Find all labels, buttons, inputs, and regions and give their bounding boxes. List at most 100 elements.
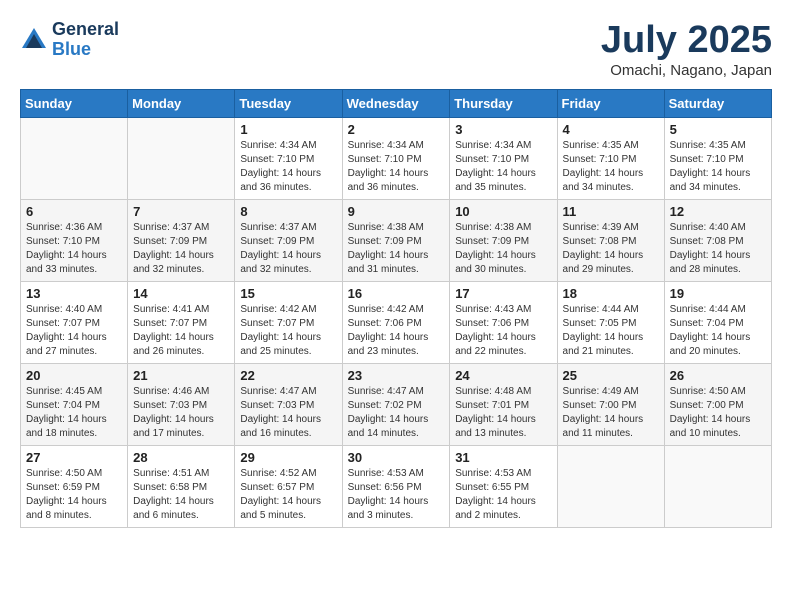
logo-text: General Blue [52, 20, 119, 60]
day-number: 31 [455, 450, 551, 465]
calendar-cell: 7 Sunrise: 4:37 AM Sunset: 7:09 PM Daylig… [128, 199, 235, 281]
calendar-week-row: 13 Sunrise: 4:40 AM Sunset: 7:07 PM Dayli… [21, 281, 772, 363]
col-header-monday: Monday [128, 89, 235, 117]
calendar-cell: 11 Sunrise: 4:39 AM Sunset: 7:08 PM Dayli… [557, 199, 664, 281]
day-info: Sunrise: 4:38 AM Sunset: 7:09 PM Dayligh… [455, 221, 551, 277]
day-info: Sunrise: 4:38 AM Sunset: 7:09 PM Dayligh… [348, 221, 445, 277]
day-number: 28 [133, 450, 229, 465]
day-info: Sunrise: 4:37 AM Sunset: 7:09 PM Dayligh… [240, 221, 336, 277]
day-number: 25 [563, 368, 659, 383]
day-info: Sunrise: 4:50 AM Sunset: 6:59 PM Dayligh… [26, 467, 122, 523]
day-info: Sunrise: 4:35 AM Sunset: 7:10 PM Dayligh… [670, 139, 766, 195]
calendar-cell: 2 Sunrise: 4:34 AM Sunset: 7:10 PM Daylig… [342, 117, 450, 199]
day-info: Sunrise: 4:41 AM Sunset: 7:07 PM Dayligh… [133, 303, 229, 359]
day-number: 2 [348, 122, 445, 137]
calendar-cell: 9Sunrise: 4:38 AM Sunset: 7:09 PM Daylig… [342, 199, 450, 281]
day-info: Sunrise: 4:47 AM Sunset: 7:02 PM Dayligh… [348, 385, 445, 441]
calendar-cell: 3 Sunrise: 4:34 AM Sunset: 7:10 PM Daylig… [450, 117, 557, 199]
calendar-cell: 17Sunrise: 4:43 AM Sunset: 7:06 PM Dayli… [450, 281, 557, 363]
day-number: 26 [670, 368, 766, 383]
calendar-cell: 1Sunrise: 4:34 AM Sunset: 7:10 PM Daylig… [235, 117, 342, 199]
calendar-week-row: 6 Sunrise: 4:36 AM Sunset: 7:10 PM Daylig… [21, 199, 772, 281]
col-header-wednesday: Wednesday [342, 89, 450, 117]
day-number: 12 [670, 204, 766, 219]
calendar-cell: 24 Sunrise: 4:48 AM Sunset: 7:01 PM Dayli… [450, 363, 557, 445]
title-block: July 2025 Omachi, Nagano, Japan [601, 20, 772, 79]
calendar-cell [21, 117, 128, 199]
calendar-cell: 12Sunrise: 4:40 AM Sunset: 7:08 PM Dayli… [664, 199, 771, 281]
day-number: 27 [26, 450, 122, 465]
calendar-week-row: 1 Sunrise: 4:34 AM Sunset: 7:10 PM Daylig… [21, 117, 772, 199]
day-info: Sunrise: 4:43 AM Sunset: 7:06 PM Dayligh… [455, 303, 551, 359]
calendar-header-row: SundayMondayTuesdayWednesdayThursdayFrid… [21, 89, 772, 117]
day-info: Sunrise: 4:42 AM Sunset: 7:07 PM Dayligh… [240, 303, 336, 359]
day-info: Sunrise: 4:39 AM Sunset: 7:08 PM Dayligh… [563, 221, 659, 277]
day-info: Sunrise: 4:48 AM Sunset: 7:01 PM Dayligh… [455, 385, 551, 441]
day-number: 24 [455, 368, 551, 383]
day-number: 30 [348, 450, 445, 465]
day-info: Sunrise: 4:51 AM Sunset: 6:58 PM Dayligh… [133, 467, 229, 523]
day-info: Sunrise: 4:53 AM Sunset: 6:55 PM Dayligh… [455, 467, 551, 523]
calendar-cell: 21Sunrise: 4:46 AM Sunset: 7:03 PM Dayli… [128, 363, 235, 445]
col-header-friday: Friday [557, 89, 664, 117]
logo-icon [20, 26, 48, 54]
day-number: 6 [26, 204, 122, 219]
day-number: 18 [563, 286, 659, 301]
calendar-cell: 31 Sunrise: 4:53 AM Sunset: 6:55 PM Dayli… [450, 445, 557, 527]
day-number: 19 [670, 286, 766, 301]
logo: General Blue [20, 20, 119, 60]
calendar-cell: 27 Sunrise: 4:50 AM Sunset: 6:59 PM Dayli… [21, 445, 128, 527]
day-info: Sunrise: 4:46 AM Sunset: 7:03 PM Dayligh… [133, 385, 229, 441]
calendar-cell: 18 Sunrise: 4:44 AM Sunset: 7:05 PM Dayli… [557, 281, 664, 363]
calendar-cell: 14Sunrise: 4:41 AM Sunset: 7:07 PM Dayli… [128, 281, 235, 363]
calendar-cell: 25Sunrise: 4:49 AM Sunset: 7:00 PM Dayli… [557, 363, 664, 445]
logo-blue: Blue [52, 40, 119, 60]
day-info: Sunrise: 4:44 AM Sunset: 7:04 PM Dayligh… [670, 303, 766, 359]
col-header-thursday: Thursday [450, 89, 557, 117]
day-number: 5 [670, 122, 766, 137]
day-number: 22 [240, 368, 336, 383]
day-number: 7 [133, 204, 229, 219]
calendar-cell: 29Sunrise: 4:52 AM Sunset: 6:57 PM Dayli… [235, 445, 342, 527]
calendar-week-row: 20Sunrise: 4:45 AM Sunset: 7:04 PM Dayli… [21, 363, 772, 445]
day-number: 11 [563, 204, 659, 219]
calendar-cell: 19 Sunrise: 4:44 AM Sunset: 7:04 PM Dayli… [664, 281, 771, 363]
day-number: 10 [455, 204, 551, 219]
calendar-cell: 15Sunrise: 4:42 AM Sunset: 7:07 PM Dayli… [235, 281, 342, 363]
col-header-sunday: Sunday [21, 89, 128, 117]
day-number: 1 [240, 122, 336, 137]
location: Omachi, Nagano, Japan [601, 62, 772, 79]
calendar-week-row: 27 Sunrise: 4:50 AM Sunset: 6:59 PM Dayli… [21, 445, 772, 527]
calendar-cell: 16Sunrise: 4:42 AM Sunset: 7:06 PM Dayli… [342, 281, 450, 363]
day-info: Sunrise: 4:37 AM Sunset: 7:09 PM Dayligh… [133, 221, 229, 277]
calendar-cell: 4 Sunrise: 4:35 AM Sunset: 7:10 PM Daylig… [557, 117, 664, 199]
day-number: 13 [26, 286, 122, 301]
col-header-saturday: Saturday [664, 89, 771, 117]
day-number: 4 [563, 122, 659, 137]
calendar-cell [128, 117, 235, 199]
day-info: Sunrise: 4:35 AM Sunset: 7:10 PM Dayligh… [563, 139, 659, 195]
calendar-cell: 6 Sunrise: 4:36 AM Sunset: 7:10 PM Daylig… [21, 199, 128, 281]
day-info: Sunrise: 4:40 AM Sunset: 7:07 PM Dayligh… [26, 303, 122, 359]
day-info: Sunrise: 4:36 AM Sunset: 7:10 PM Dayligh… [26, 221, 122, 277]
calendar-cell: 22 Sunrise: 4:47 AM Sunset: 7:03 PM Dayli… [235, 363, 342, 445]
day-info: Sunrise: 4:50 AM Sunset: 7:00 PM Dayligh… [670, 385, 766, 441]
day-number: 16 [348, 286, 445, 301]
day-info: Sunrise: 4:44 AM Sunset: 7:05 PM Dayligh… [563, 303, 659, 359]
day-number: 8 [240, 204, 336, 219]
calendar-cell: 28 Sunrise: 4:51 AM Sunset: 6:58 PM Dayli… [128, 445, 235, 527]
day-number: 3 [455, 122, 551, 137]
logo-general: General [52, 20, 119, 40]
day-info: Sunrise: 4:34 AM Sunset: 7:10 PM Dayligh… [348, 139, 445, 195]
calendar-cell: 23Sunrise: 4:47 AM Sunset: 7:02 PM Dayli… [342, 363, 450, 445]
calendar-cell: 30Sunrise: 4:53 AM Sunset: 6:56 PM Dayli… [342, 445, 450, 527]
calendar-cell: 20Sunrise: 4:45 AM Sunset: 7:04 PM Dayli… [21, 363, 128, 445]
calendar: SundayMondayTuesdayWednesdayThursdayFrid… [20, 89, 772, 528]
day-info: Sunrise: 4:47 AM Sunset: 7:03 PM Dayligh… [240, 385, 336, 441]
day-info: Sunrise: 4:34 AM Sunset: 7:10 PM Dayligh… [455, 139, 551, 195]
calendar-cell: 13 Sunrise: 4:40 AM Sunset: 7:07 PM Dayli… [21, 281, 128, 363]
col-header-tuesday: Tuesday [235, 89, 342, 117]
month-title: July 2025 [601, 20, 772, 62]
calendar-cell [664, 445, 771, 527]
day-info: Sunrise: 4:52 AM Sunset: 6:57 PM Dayligh… [240, 467, 336, 523]
